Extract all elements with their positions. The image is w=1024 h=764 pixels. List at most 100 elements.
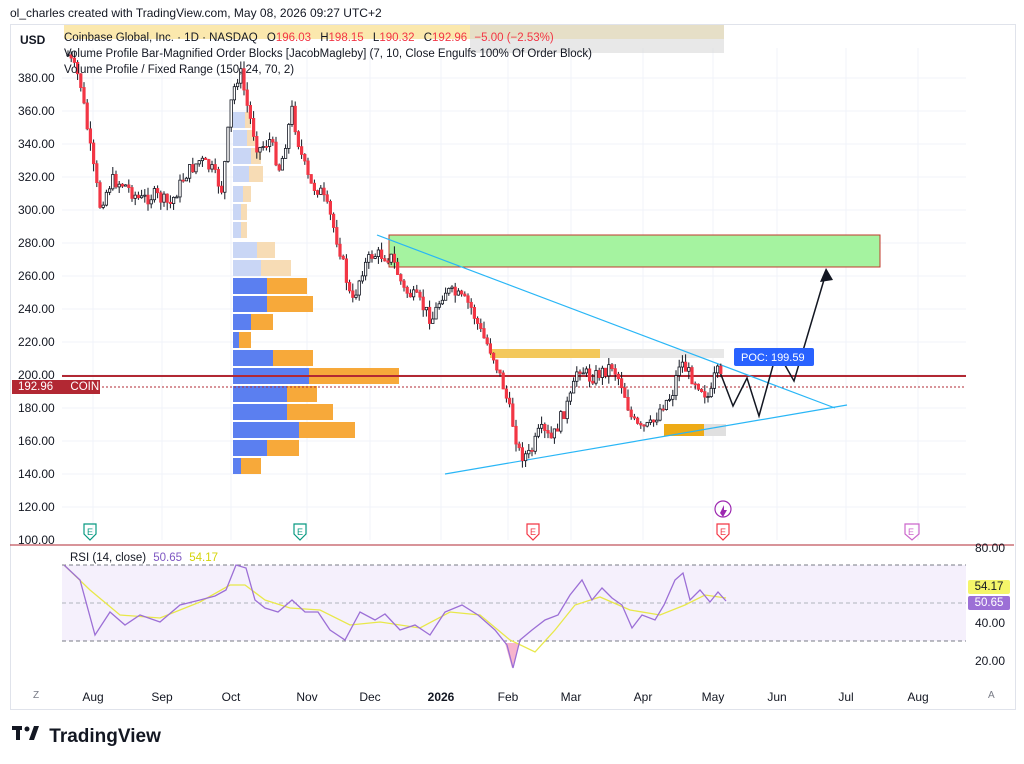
earnings-marker-2[interactable]: E	[293, 523, 307, 541]
candle-body	[434, 306, 438, 320]
candle-body	[415, 289, 419, 293]
time-axis-label: Oct	[221, 690, 241, 704]
price-axis-label: 380.00	[18, 71, 55, 85]
candle-body	[469, 301, 473, 308]
candle-body	[319, 187, 323, 195]
candle-body	[85, 102, 89, 130]
candle-body	[376, 249, 381, 257]
indicator-legend-volume-profile[interactable]: Volume Profile / Fixed Range (150, 24, 7…	[64, 62, 592, 78]
candle-body	[117, 183, 121, 188]
earnings-marker-1[interactable]: E	[83, 523, 97, 541]
candle-body	[175, 196, 179, 199]
candle-body	[120, 183, 124, 187]
candle-body	[549, 432, 553, 439]
candle-body	[92, 142, 96, 165]
candle-body	[274, 141, 278, 166]
candle-body	[712, 372, 717, 389]
candle-body	[187, 164, 192, 179]
rsi-axis-label: 20.00	[975, 654, 1005, 668]
candle-body	[130, 187, 134, 199]
dividend-icon[interactable]	[714, 500, 732, 518]
candle-body	[600, 367, 605, 378]
candle-body	[152, 188, 156, 201]
chart-canvas[interactable]: POC: 199.59 E E E E E	[0, 0, 1024, 764]
candle-body	[226, 126, 230, 162]
time-axis-label: Mar	[560, 690, 582, 704]
candle-body	[677, 366, 681, 376]
candle-body	[504, 388, 509, 399]
rsi-value: 50.65	[153, 552, 183, 564]
high-value: 198.15	[328, 32, 364, 44]
candle-body	[261, 146, 265, 148]
candle-body	[684, 361, 688, 372]
candle-body	[213, 164, 217, 170]
indicator-legend-order-blocks[interactable]: Volume Profile Bar-Magnified Order Block…	[64, 46, 592, 62]
candle-body	[210, 164, 214, 170]
candle-body	[402, 280, 406, 288]
resistance-zone[interactable]	[388, 234, 881, 268]
candle-body	[520, 447, 525, 462]
candle-body	[389, 253, 393, 263]
candle-body	[562, 411, 566, 420]
candle-body	[133, 194, 137, 199]
ticker-tag: COIN	[70, 381, 100, 393]
candle-body	[584, 368, 589, 374]
candle-body	[344, 258, 349, 283]
candle-body	[341, 255, 345, 260]
candle-body	[216, 169, 220, 187]
tradingview-logo: TradingView	[12, 726, 161, 748]
candle-body	[200, 157, 204, 162]
lower-trendline[interactable]	[444, 404, 848, 475]
candle-body	[235, 82, 240, 88]
candle-body	[171, 196, 176, 204]
candle-body	[680, 361, 685, 368]
change-value: −5.00 (−2.53%)	[474, 32, 554, 44]
svg-text:E: E	[87, 527, 93, 537]
candle-body	[485, 337, 489, 345]
candle-body	[405, 286, 409, 294]
candle-body	[501, 372, 505, 390]
candle-body	[296, 131, 301, 148]
svg-text:E: E	[908, 527, 914, 537]
candle-body	[671, 395, 675, 400]
candle-body	[146, 194, 150, 205]
rsi-title: RSI (14, close)	[70, 552, 147, 564]
candle-body	[165, 193, 169, 203]
candle-body	[223, 161, 227, 193]
candle-body	[543, 423, 547, 431]
candle-body	[623, 387, 627, 398]
time-axis-label: Dec	[359, 690, 381, 704]
candle-body	[540, 423, 544, 429]
symbol-ohlc-row[interactable]: Coinbase Global, Inc. · 1D · NASDAQ O196…	[64, 30, 592, 46]
symbol-title: Coinbase Global, Inc. · 1D · NASDAQ	[64, 32, 258, 44]
rsi-ma-value: 54.17	[189, 552, 219, 564]
timezone-button[interactable]: Z	[33, 690, 39, 701]
earnings-marker-3[interactable]: E	[526, 523, 540, 541]
candle-body	[664, 399, 669, 410]
rsi-legend[interactable]: RSI (14, close) 50.65 54.17	[70, 552, 218, 564]
earnings-marker-5[interactable]: E	[904, 523, 920, 541]
candle-body	[632, 416, 637, 419]
candle-body	[181, 179, 185, 182]
earnings-marker-4[interactable]: E	[716, 523, 730, 541]
candle-body	[335, 227, 339, 245]
candle-body	[491, 352, 496, 361]
candle-body	[264, 146, 269, 148]
time-axis-label: Jul	[838, 690, 854, 704]
projection-path[interactable]	[719, 272, 827, 419]
candle-body	[536, 427, 541, 437]
candle-body	[312, 182, 317, 191]
auto-scale-button[interactable]: A	[988, 690, 995, 701]
candle-body	[367, 254, 371, 263]
candle-body	[588, 368, 592, 382]
price-axis-label: 180.00	[18, 401, 55, 415]
candle-body	[572, 380, 576, 394]
candle-body	[719, 365, 723, 375]
candle-body	[472, 307, 477, 319]
price-axis-label: 240.00	[18, 302, 55, 316]
low-value: 190.32	[379, 32, 415, 44]
svg-text:E: E	[530, 527, 536, 537]
candle-body	[136, 194, 140, 199]
candle-body	[315, 190, 320, 195]
candle-body	[207, 159, 211, 170]
